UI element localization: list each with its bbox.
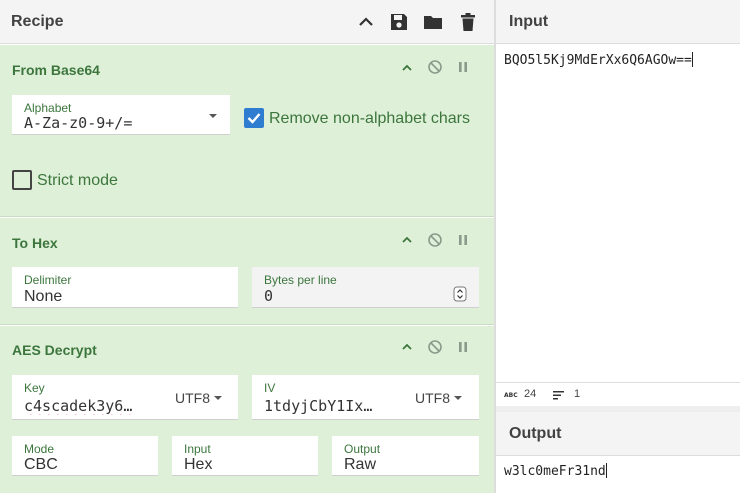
chevron-up-icon[interactable]	[399, 339, 415, 355]
strict-mode-label: Strict mode	[37, 172, 118, 189]
input-lines: 1	[574, 388, 581, 400]
collapse-all-chevron-up-icon[interactable]	[355, 11, 377, 33]
save-icon[interactable]	[388, 11, 410, 33]
chevron-down-icon	[214, 396, 222, 400]
pause-icon[interactable]	[455, 59, 471, 75]
svg-text:ABC: ABC	[504, 392, 518, 399]
field-value: CBC	[24, 456, 58, 473]
input-format-select[interactable]: Input Hex	[172, 436, 318, 476]
disable-icon[interactable]	[427, 339, 443, 355]
chevron-down-icon	[454, 396, 462, 400]
io-panel: Input BQO5l5Kj9MdErXx6Q6AGOw== ABC 24 1 …	[494, 0, 740, 493]
remove-non-alphabet-checkbox[interactable]	[244, 108, 264, 128]
input-length: 24	[524, 388, 537, 400]
field-label: Bytes per line	[264, 273, 337, 287]
field-label: Output	[344, 442, 381, 456]
input-text: BQO5l5Kj9MdErXx6Q6AGOw==	[504, 52, 693, 68]
recipe-header: Recipe	[0, 0, 494, 44]
input-title: Input	[509, 13, 549, 30]
output-format-select[interactable]: Output Raw	[332, 436, 479, 476]
field-label: Mode	[24, 442, 55, 456]
output-text: w3lc0meFr31nd	[504, 463, 607, 479]
field-label: IV	[264, 381, 276, 395]
field-value: A-Za-z0-9+/=	[24, 114, 133, 132]
text-cursor	[691, 52, 693, 67]
iv-input[interactable]: IV 1tdyjCbY1Ix… UTF8	[252, 375, 479, 420]
op-title: AES Decrypt	[12, 342, 97, 358]
output-title: Output	[509, 425, 562, 442]
alphabet-select[interactable]: Alphabet A-Za-z0-9+/=	[12, 95, 230, 135]
bytes-per-line-input[interactable]: Bytes per line 0	[252, 267, 479, 308]
op-to-hex: To Hex Delimiter None Bytes per line 0	[0, 218, 494, 325]
op-aes-decrypt: AES Decrypt Key c4scadek3y6… UTF8 IV 1td…	[0, 326, 494, 493]
chevron-down-icon	[209, 114, 217, 118]
output-textarea[interactable]: w3lc0meFr31nd	[496, 457, 740, 493]
field-value: Hex	[184, 456, 213, 473]
pause-icon[interactable]	[455, 232, 471, 248]
field-value: 1tdyjCbY1Ix…	[264, 397, 373, 415]
folder-icon[interactable]	[422, 11, 444, 33]
lines-icon	[553, 391, 564, 400]
field-label: Key	[24, 381, 45, 395]
iv-encoding-dropdown[interactable]: UTF8	[415, 390, 450, 406]
input-header: Input	[496, 0, 740, 44]
abc-length-icon: ABC	[504, 392, 518, 399]
checkmark-icon	[247, 113, 261, 124]
text-cursor	[605, 463, 607, 478]
chevron-up-icon[interactable]	[399, 60, 415, 76]
remove-non-alphabet-label: Remove non-alphabet chars	[269, 110, 471, 127]
key-encoding-dropdown[interactable]: UTF8	[175, 390, 210, 406]
strict-mode-checkbox[interactable]	[12, 170, 32, 190]
input-status-bar: ABC 24 1	[496, 382, 740, 406]
field-value: c4scadek3y6…	[24, 397, 133, 415]
pause-icon[interactable]	[455, 339, 471, 355]
field-label: Alphabet	[24, 101, 72, 115]
op-from-base64: From Base64 Alphabet A-Za-z0-9+/= Remove…	[0, 45, 494, 217]
output-header: Output	[496, 412, 740, 456]
disable-icon[interactable]	[427, 232, 443, 248]
field-label: Delimiter	[24, 273, 72, 287]
disable-icon[interactable]	[427, 59, 443, 75]
op-title: From Base64	[12, 62, 100, 78]
delimiter-select[interactable]: Delimiter None	[12, 267, 238, 308]
field-label: Input	[184, 442, 211, 456]
input-textarea[interactable]: BQO5l5Kj9MdErXx6Q6AGOw==	[496, 45, 740, 382]
recipe-title: Recipe	[11, 13, 64, 30]
output-value: w3lc0meFr31nd	[504, 464, 606, 479]
key-input[interactable]: Key c4scadek3y6… UTF8	[12, 375, 238, 420]
stepper-icon[interactable]	[453, 286, 467, 302]
op-title: To Hex	[12, 235, 58, 251]
field-value: 0	[264, 287, 274, 305]
chevron-up-icon[interactable]	[399, 232, 415, 248]
input-value: BQO5l5Kj9MdErXx6Q6AGOw==	[504, 53, 692, 68]
trash-icon[interactable]	[457, 11, 479, 33]
mode-select[interactable]: Mode CBC	[12, 436, 158, 476]
field-value: Raw	[344, 456, 377, 473]
recipe-panel: Recipe From Base64 Alphabet A-Za-z0-9+/=…	[0, 0, 494, 493]
field-value: None	[24, 288, 63, 305]
